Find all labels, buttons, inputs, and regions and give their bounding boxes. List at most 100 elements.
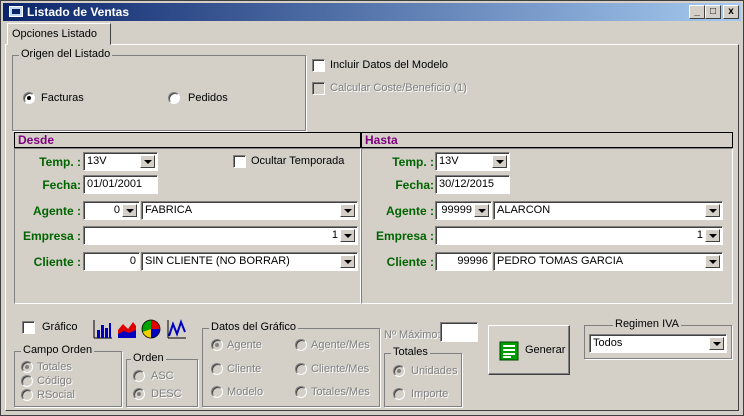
totales-group: Totales Unidades Importe: [384, 346, 462, 407]
hasta-cliente-name-value: PEDRO TOMAS GARCIA: [497, 255, 624, 267]
grafico-label: Gráfico: [42, 321, 78, 333]
desde-agente-code[interactable]: 0: [83, 201, 140, 220]
incluir-datos-modelo-checkbox[interactable]: [312, 59, 325, 72]
totales-order-label: Totales: [37, 361, 72, 373]
unidades-label: Unidades: [411, 365, 458, 377]
grafico-checkbox[interactable]: [22, 321, 35, 334]
cliente-data-radio[interactable]: [211, 363, 223, 375]
desde-empresa-value: 1: [331, 229, 338, 241]
datos-grafico-legend: Datos del Gráfico: [209, 321, 298, 333]
tab-opciones-listado[interactable]: Opciones Listado: [7, 23, 111, 45]
cliente-mes-data-radio[interactable]: [295, 363, 307, 375]
hasta-agente-code[interactable]: 99999: [435, 201, 492, 220]
desde-fecha-label: Fecha:: [42, 178, 81, 192]
desde-agente-label: Agente :: [33, 204, 81, 218]
facturas-label: Facturas: [41, 92, 84, 104]
hasta-agente-name-value: ALARCON: [497, 204, 551, 216]
chevron-down-icon[interactable]: [492, 155, 507, 168]
calcular-coste-checkbox[interactable]: [312, 82, 325, 95]
hasta-agente-name[interactable]: ALARCON: [493, 201, 723, 220]
incluir-datos-modelo-label: Incluir Datos del Modelo: [330, 59, 449, 71]
asc-radio[interactable]: [133, 370, 145, 382]
codigo-order-label: Código: [37, 375, 72, 387]
asc-label: ASC: [151, 370, 174, 382]
codigo-order-radio[interactable]: [21, 375, 33, 387]
max-input[interactable]: [440, 322, 478, 342]
desde-fecha-input[interactable]: 01/01/2001: [83, 175, 158, 194]
minimize-button[interactable]: _: [689, 5, 705, 19]
chevron-down-icon[interactable]: [709, 337, 724, 350]
desde-temp-value: 13V: [87, 155, 107, 167]
chevron-down-icon[interactable]: [340, 255, 355, 268]
generar-icon: [499, 341, 519, 361]
desde-temp-select[interactable]: 13V: [83, 152, 158, 171]
agente-mes-data-radio[interactable]: [295, 339, 307, 351]
close-button[interactable]: x: [723, 5, 739, 19]
hasta-fecha-input[interactable]: 30/12/2015: [435, 175, 510, 194]
desde-header: Desde: [14, 132, 361, 148]
chevron-down-icon[interactable]: [705, 255, 720, 268]
hasta-header: Hasta: [361, 132, 733, 148]
chevron-down-icon[interactable]: [705, 204, 720, 217]
origen-legend: Origen del Listado: [19, 48, 113, 60]
hasta-empresa-select[interactable]: 1: [435, 226, 723, 245]
importe-radio[interactable]: [393, 388, 405, 400]
pedidos-radio[interactable]: [168, 92, 180, 104]
desde-empresa-label: Empresa :: [22, 229, 81, 243]
desde-cliente-name[interactable]: SIN CLIENTE (NO BORRAR): [141, 252, 358, 271]
totales-legend: Totales: [391, 346, 430, 358]
chevron-down-icon[interactable]: [705, 229, 720, 242]
area-chart-icon[interactable]: [116, 318, 138, 340]
max-label: Nº Máximo:: [384, 329, 441, 341]
app-icon: [9, 6, 23, 17]
agente-data-radio[interactable]: [211, 339, 223, 351]
hasta-agente-code-value: 99999: [441, 204, 472, 216]
chevron-down-icon[interactable]: [140, 155, 155, 168]
agente-mes-data-label: Agente/Mes: [311, 339, 370, 351]
chevron-down-icon[interactable]: [122, 204, 137, 217]
chevron-down-icon[interactable]: [340, 229, 355, 242]
regimen-iva-value: Todos: [593, 337, 623, 349]
datos-grafico-group: Datos del Gráfico Agente Agente/Mes Clie…: [202, 321, 380, 407]
bar-chart-icon[interactable]: [92, 318, 114, 340]
desde-temp-label: Temp. :: [39, 155, 81, 169]
desde-panel: Temp. : 13V Ocultar Temporada Fecha: 01/…: [14, 148, 361, 304]
generar-button[interactable]: Generar: [488, 325, 570, 375]
chevron-down-icon[interactable]: [474, 204, 489, 217]
tab-panel: Origen del Listado Facturas Pedidos Incl…: [5, 44, 739, 411]
hasta-empresa-label: Empresa :: [375, 229, 434, 243]
cliente-mes-data-label: Cliente/Mes: [311, 363, 370, 375]
hasta-empresa-value: 1: [696, 229, 703, 241]
facturas-radio[interactable]: [23, 92, 35, 104]
desde-agente-name-value: FABRICA: [145, 204, 193, 216]
unidades-radio[interactable]: [393, 365, 405, 377]
regimen-iva-group: Regimen IVA Todos: [584, 318, 732, 359]
rsocial-order-radio[interactable]: [21, 389, 33, 401]
hasta-cliente-code[interactable]: 99996: [435, 252, 492, 271]
window-title: Listado de Ventas: [27, 5, 130, 19]
ocultar-temporada-label: Ocultar Temporada: [251, 155, 345, 167]
maximize-button[interactable]: □: [705, 5, 721, 19]
modelo-data-radio[interactable]: [211, 386, 223, 398]
main-window: Listado de Ventas _ □ x Opciones Listado…: [0, 0, 744, 416]
totales-order-radio[interactable]: [21, 361, 33, 373]
desde-agente-name[interactable]: FABRICA: [141, 201, 358, 220]
line-chart-icon[interactable]: [166, 318, 188, 340]
hasta-panel: Temp. : 13V Fecha: 30/12/2015 Agente : 9…: [361, 148, 733, 304]
chevron-down-icon[interactable]: [340, 204, 355, 217]
regimen-iva-select[interactable]: Todos: [589, 334, 727, 353]
ocultar-temporada-checkbox[interactable]: [233, 155, 246, 168]
desde-empresa-select[interactable]: 1: [83, 226, 358, 245]
desc-radio[interactable]: [133, 388, 145, 400]
pedidos-label: Pedidos: [188, 92, 228, 104]
modelo-data-label: Modelo: [227, 386, 264, 398]
hasta-cliente-name[interactable]: PEDRO TOMAS GARCIA: [493, 252, 723, 271]
desde-cliente-code[interactable]: 0: [83, 252, 140, 271]
agente-data-label: Agente: [227, 339, 262, 351]
hasta-temp-select[interactable]: 13V: [435, 152, 510, 171]
hasta-fecha-label: Fecha:: [395, 178, 434, 192]
hasta-agente-label: Agente :: [386, 204, 434, 218]
totales-mes-data-radio[interactable]: [295, 386, 307, 398]
title-bar[interactable]: Listado de Ventas _ □ x: [3, 3, 741, 21]
pie-chart-icon[interactable]: [140, 318, 162, 340]
